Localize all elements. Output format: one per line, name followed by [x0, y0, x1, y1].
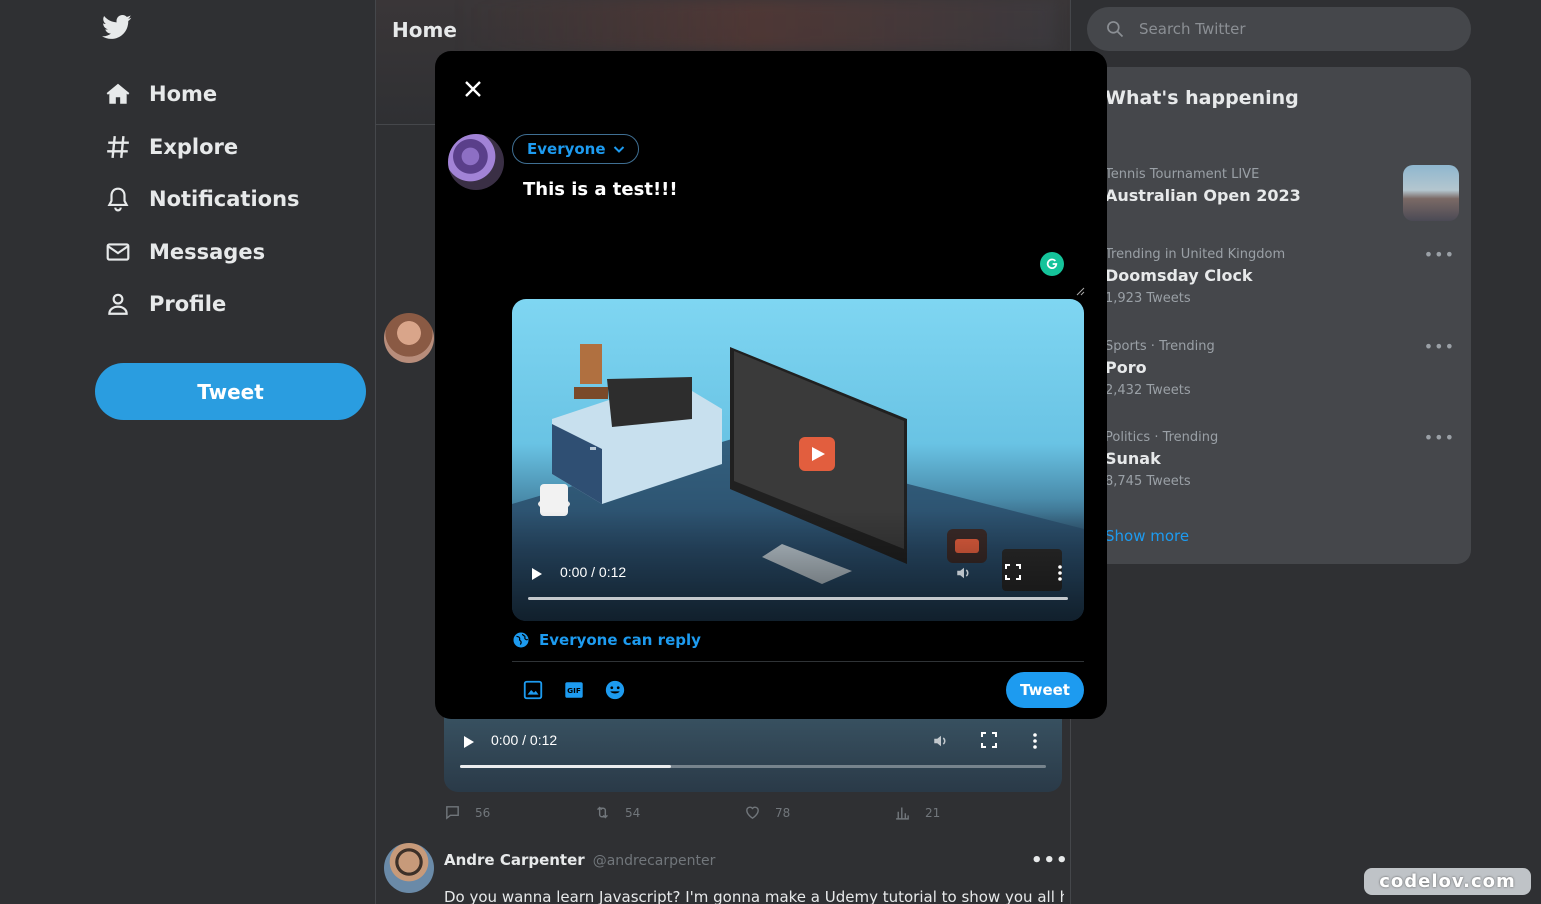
search-bar[interactable] — [1087, 7, 1471, 51]
fullscreen-icon[interactable] — [1005, 564, 1021, 584]
trend-category: Politics · Trending — [1105, 430, 1219, 445]
nav-home-label: Home — [149, 82, 218, 106]
nav-profile[interactable]: Profile — [104, 284, 226, 324]
compose-modal: Everyone This is a test!!! 0:00 / 0:12 E… — [435, 51, 1107, 719]
reply-count: 56 — [475, 805, 491, 820]
gif-icon[interactable]: GIF — [563, 679, 585, 701]
more-icon[interactable]: ••• — [1031, 850, 1069, 871]
search-icon — [1105, 19, 1125, 39]
retweet-icon — [597, 806, 608, 819]
chart-icon — [896, 807, 909, 820]
nav-messages[interactable]: Messages — [104, 232, 265, 272]
audience-selector[interactable]: Everyone — [512, 134, 639, 164]
nav-explore-label: Explore — [149, 135, 239, 159]
retweet-button[interactable]: 54 — [594, 804, 640, 821]
user-icon — [104, 290, 132, 318]
avatar[interactable] — [384, 843, 434, 893]
divider — [512, 661, 1084, 662]
tweet-text: Do you wanna learn Javascript? I'm gonna… — [444, 888, 1064, 904]
retweet-count: 54 — [625, 805, 641, 820]
reply-setting-button[interactable]: Everyone can reply — [512, 631, 701, 649]
bell-icon — [104, 185, 132, 213]
fullscreen-icon[interactable] — [981, 732, 997, 752]
volume-icon[interactable] — [932, 732, 950, 754]
video-preview[interactable]: 0:00 / 0:12 — [512, 299, 1084, 621]
globe-icon — [512, 631, 530, 649]
twitter-bird-icon[interactable] — [100, 12, 134, 42]
trend-count: 1,923 Tweets — [1105, 291, 1191, 306]
author-name[interactable]: Andre Carpenter — [444, 851, 585, 869]
trend-count: 2,432 Tweets — [1105, 383, 1191, 398]
avatar[interactable] — [448, 134, 504, 190]
media-icon[interactable] — [522, 679, 544, 701]
more-options-icon[interactable] — [1032, 732, 1038, 754]
views-button[interactable]: 21 — [894, 804, 940, 821]
video-progress-fill — [460, 765, 671, 768]
trend-thumbnail[interactable] — [1403, 165, 1459, 221]
like-button[interactable]: 78 — [744, 804, 790, 821]
close-icon[interactable] — [461, 77, 485, 101]
search-input[interactable] — [1139, 20, 1439, 38]
nav-profile-label: Profile — [149, 292, 227, 316]
grammarly-icon[interactable] — [1040, 252, 1064, 276]
trend-item[interactable]: Trending in United Kingdom Doomsday Cloc… — [1105, 245, 1455, 306]
avatar[interactable] — [384, 313, 434, 363]
header-background — [456, 0, 1056, 50]
svg-text:GIF: GIF — [567, 686, 581, 695]
compose-tweet-button[interactable]: Tweet — [1006, 672, 1084, 708]
more-options-icon[interactable] — [1057, 564, 1063, 586]
mail-icon — [104, 238, 132, 266]
volume-icon[interactable] — [955, 564, 973, 586]
nav-notifications-label: Notifications — [149, 187, 300, 211]
heart-icon — [746, 806, 759, 820]
trend-name: Poro — [1105, 358, 1147, 377]
nav-explore[interactable]: Explore — [104, 127, 238, 167]
reply-button[interactable]: 56 — [444, 804, 490, 821]
emoji-icon[interactable] — [604, 679, 626, 701]
reply-icon — [446, 806, 459, 820]
nav-messages-label: Messages — [149, 240, 266, 264]
more-icon[interactable]: ••• — [1424, 428, 1455, 447]
video-progress-bar[interactable] — [460, 765, 1046, 768]
compose-textarea[interactable]: This is a test!!! — [523, 179, 1083, 200]
left-sidebar: Home Explore Notifications Messages Prof… — [0, 0, 375, 904]
tweet-actions: 56 54 78 21 — [444, 804, 1044, 824]
audience-label: Everyone — [527, 140, 606, 158]
chevron-down-icon — [612, 142, 626, 156]
trend-name: Doomsday Clock — [1105, 266, 1253, 285]
reply-setting-label: Everyone can reply — [539, 631, 701, 649]
author-handle[interactable]: @andrecarpenter — [593, 853, 716, 869]
video-progress-bar[interactable] — [528, 597, 1068, 600]
hashtag-icon — [104, 133, 132, 161]
play-icon[interactable] — [462, 734, 476, 753]
resize-handle-icon[interactable] — [1075, 281, 1085, 296]
video-time: 0:00 / 0:12 — [560, 564, 627, 580]
play-icon[interactable] — [530, 566, 544, 585]
more-icon[interactable]: ••• — [1424, 245, 1455, 264]
more-icon[interactable]: ••• — [1424, 337, 1455, 356]
nav-notifications[interactable]: Notifications — [104, 179, 300, 219]
tweet-header: Andre Carpenter @andrecarpenter — [444, 851, 715, 869]
trend-name: Sunak — [1105, 449, 1161, 468]
trends-title: What's happening — [1105, 87, 1299, 109]
like-count: 78 — [775, 805, 791, 820]
show-more-link[interactable]: Show more — [1105, 527, 1189, 545]
watermark: codelov.com — [1364, 868, 1531, 895]
trends-panel: What's happening Tennis Tournament LIVE … — [1087, 67, 1471, 564]
page-title: Home — [392, 18, 457, 42]
trend-item[interactable]: Sports · Trending Poro 2,432 Tweets ••• — [1105, 337, 1455, 398]
trend-category: Trending in United Kingdom — [1105, 247, 1286, 262]
views-count: 21 — [925, 805, 941, 820]
home-icon — [104, 80, 132, 108]
trend-count: 8,745 Tweets — [1105, 474, 1191, 489]
sidebar-tweet-button[interactable]: Tweet — [95, 363, 366, 420]
nav-home[interactable]: Home — [104, 74, 217, 114]
trend-item[interactable]: Politics · Trending Sunak 8,745 Tweets •… — [1105, 428, 1455, 489]
video-time: 0:00 / 0:12 — [491, 732, 558, 748]
trend-category: Sports · Trending — [1105, 339, 1215, 354]
